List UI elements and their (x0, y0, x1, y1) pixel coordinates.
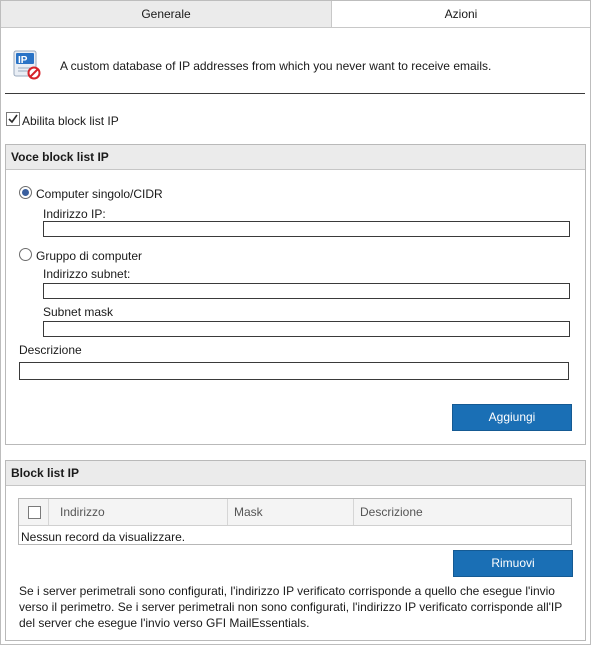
tab-azioni[interactable]: Azioni (332, 1, 590, 27)
radio-single-label: Computer singolo/CIDR (36, 187, 163, 201)
description-input[interactable] (19, 362, 569, 380)
svg-text:IP: IP (18, 55, 28, 66)
add-button[interactable]: Aggiungi (452, 404, 572, 431)
enable-checkbox-label: Abilita block list IP (22, 114, 119, 128)
description-label: Descrizione (19, 343, 82, 357)
blocklist-panel-title: Block list IP (6, 461, 585, 486)
blocklist-panel: Block list IP Indirizzo Mask Descrizione… (5, 460, 586, 641)
radio-group-label: Gruppo di computer (36, 249, 143, 263)
ip-address-label: Indirizzo IP: (43, 207, 106, 221)
subnet-mask-input[interactable] (43, 321, 570, 337)
header-separator (5, 93, 585, 94)
subnet-mask-label: Subnet mask (43, 305, 114, 319)
tab-generale[interactable]: Generale (1, 1, 332, 27)
perimeter-note: Se i server perimetrali sono configurati… (19, 584, 563, 630)
column-indirizzo[interactable]: Indirizzo (54, 499, 230, 525)
checkmark-icon (8, 114, 18, 124)
column-mask[interactable]: Mask (228, 499, 354, 525)
entry-panel: Voce block list IP Computer singolo/CIDR… (5, 144, 586, 445)
column-divider (48, 499, 49, 525)
remove-button[interactable]: Rimuovi (453, 550, 573, 577)
entry-panel-title: Voce block list IP (6, 145, 585, 170)
ip-address-input[interactable] (43, 221, 570, 237)
ip-block-icon: IP (13, 50, 41, 80)
subnet-address-input[interactable] (43, 283, 570, 299)
info-description: A custom database of IP addresses from w… (60, 59, 492, 73)
select-all-checkbox[interactable] (28, 506, 41, 519)
enable-checkbox[interactable] (6, 112, 20, 126)
table-header: Indirizzo Mask Descrizione (19, 499, 571, 526)
empty-message: Nessun record da visualizzare. (21, 530, 186, 544)
blocklist-table: Indirizzo Mask Descrizione Nessun record… (18, 498, 572, 545)
radio-single-computer[interactable] (19, 186, 32, 199)
column-descrizione[interactable]: Descrizione (354, 499, 554, 525)
radio-computer-group[interactable] (19, 248, 32, 261)
tab-bar: Generale Azioni (1, 1, 590, 28)
subnet-address-label: Indirizzo subnet: (43, 267, 131, 281)
